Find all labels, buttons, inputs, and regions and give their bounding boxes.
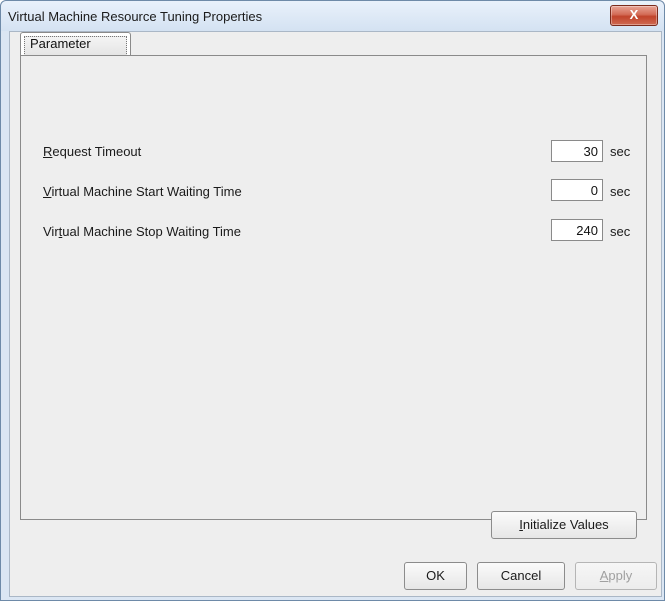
button-label: nitialize Values xyxy=(522,517,609,532)
cancel-button[interactable]: Cancel xyxy=(477,562,565,590)
close-icon: X xyxy=(629,7,639,22)
request-timeout-input[interactable] xyxy=(551,140,603,162)
button-label: pply xyxy=(608,568,633,583)
label-prefix: Vir xyxy=(43,224,59,239)
label-text: irtual Machine Start Waiting Time xyxy=(51,184,242,199)
label-text: ual Machine Stop Waiting Time xyxy=(62,224,241,239)
request-timeout-unit: sec xyxy=(610,144,631,159)
stop-waiting-time-label: Virtual Machine Stop Waiting Time xyxy=(43,224,241,239)
close-button[interactable]: X xyxy=(610,5,658,26)
start-waiting-time-unit: sec xyxy=(610,184,631,199)
title-bar[interactable]: Virtual Machine Resource Tuning Properti… xyxy=(1,1,664,31)
tab-label: Parameter xyxy=(30,36,91,51)
start-waiting-time-input[interactable] xyxy=(551,179,603,201)
dialog-window: Virtual Machine Resource Tuning Properti… xyxy=(0,0,665,601)
mnemonic: R xyxy=(43,144,53,159)
tab-panel-parameter xyxy=(20,55,647,520)
stop-waiting-time-unit: sec xyxy=(610,224,631,239)
apply-button[interactable]: Apply xyxy=(575,562,657,590)
stop-waiting-time-input[interactable] xyxy=(551,219,603,241)
initialize-values-button[interactable]: Initialize Values xyxy=(491,511,637,539)
tab-parameter[interactable]: Parameter xyxy=(20,32,131,56)
request-timeout-label: Request Timeout xyxy=(43,144,141,159)
ok-button[interactable]: OK xyxy=(404,562,467,590)
start-waiting-time-label: Virtual Machine Start Waiting Time xyxy=(43,184,242,199)
label-text: equest Timeout xyxy=(52,144,142,159)
window-title: Virtual Machine Resource Tuning Properti… xyxy=(8,9,263,24)
